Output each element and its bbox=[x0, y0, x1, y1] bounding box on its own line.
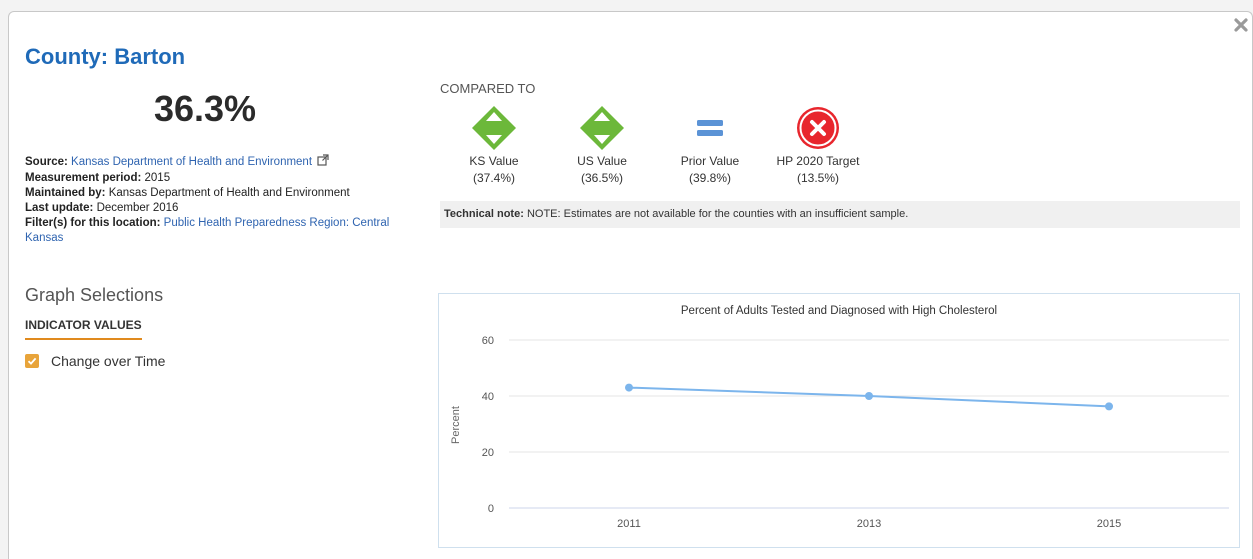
red-x-circle-icon bbox=[763, 103, 873, 153]
data-point[interactable] bbox=[865, 392, 873, 400]
external-link-icon[interactable] bbox=[317, 154, 329, 171]
chart-canvas: Percent of Adults Tested and Diagnosed w… bbox=[450, 305, 1229, 530]
change-over-time-option[interactable]: Change over Time bbox=[25, 353, 165, 369]
y-tick-label: 40 bbox=[482, 391, 494, 403]
maintained-label: Maintained by: bbox=[25, 187, 106, 199]
checkmark-icon bbox=[27, 357, 37, 365]
technical-note-label: Technical note: bbox=[444, 208, 524, 220]
y-axis-label: Percent bbox=[450, 406, 462, 444]
update-label: Last update: bbox=[25, 202, 94, 214]
graph-selections-heading: Graph Selections bbox=[25, 285, 164, 305]
period-label: Measurement period: bbox=[25, 172, 142, 184]
tab-indicator-values[interactable]: INDICATOR VALUES bbox=[25, 318, 142, 340]
prior-label: Prior Value bbox=[680, 154, 740, 168]
source-link[interactable]: Kansas Department of Health and Environm… bbox=[71, 156, 312, 168]
technical-note-text: NOTE: Estimates are not available for th… bbox=[526, 208, 909, 220]
x-tick-label: 2013 bbox=[857, 518, 881, 530]
ks-value: (37.4%) bbox=[472, 171, 516, 185]
hp2020-label: HP 2020 Target bbox=[776, 154, 860, 168]
chart-title: Percent of Adults Tested and Diagnosed w… bbox=[681, 305, 997, 317]
hp2020-value: (13.5%) bbox=[796, 171, 840, 185]
ks-label: KS Value bbox=[469, 154, 519, 168]
data-point[interactable] bbox=[1105, 402, 1113, 411]
y-tick-label: 0 bbox=[488, 503, 494, 515]
compare-us-value: US Value (36.5%) bbox=[547, 103, 657, 187]
county-title: County: Barton bbox=[25, 44, 186, 69]
x-tick-label: 2015 bbox=[1097, 518, 1121, 530]
green-diamond-arrows-icon bbox=[439, 103, 549, 153]
y-tick-label: 20 bbox=[482, 447, 494, 459]
prior-value: (39.8%) bbox=[688, 171, 732, 185]
source-label: Source: bbox=[25, 156, 68, 168]
line-chart: Percent of Adults Tested and Diagnosed w… bbox=[438, 293, 1240, 548]
close-icon[interactable] bbox=[1233, 17, 1249, 33]
compare-ks-value: KS Value (37.4%) bbox=[439, 103, 549, 187]
us-value: (36.5%) bbox=[580, 171, 624, 185]
big-value: 36.3% bbox=[153, 88, 257, 129]
technical-note: Technical note: NOTE: Estimates are not … bbox=[440, 201, 1240, 228]
compare-hp2020-target: HP 2020 Target (13.5%) bbox=[763, 103, 873, 187]
update-value: December 2016 bbox=[96, 202, 179, 214]
filter-label: Filter(s) for this location: bbox=[25, 217, 161, 229]
equals-icon bbox=[655, 103, 765, 153]
us-label: US Value bbox=[577, 154, 627, 168]
data-point[interactable] bbox=[625, 383, 633, 392]
change-over-time-checkbox[interactable] bbox=[25, 354, 39, 368]
x-tick-label: 2011 bbox=[617, 518, 641, 530]
y-tick-label: 60 bbox=[482, 335, 494, 347]
compared-to-heading: COMPARED TO bbox=[440, 81, 536, 96]
compare-prior-value: Prior Value (39.8%) bbox=[655, 103, 765, 187]
green-diamond-arrows-icon bbox=[547, 103, 657, 153]
change-over-time-label: Change over Time bbox=[51, 353, 166, 369]
metadata-block: Source: Kansas Department of Health and … bbox=[25, 154, 410, 246]
maintained-value: Kansas Department of Health and Environm… bbox=[108, 187, 350, 199]
period-value: 2015 bbox=[144, 172, 171, 184]
